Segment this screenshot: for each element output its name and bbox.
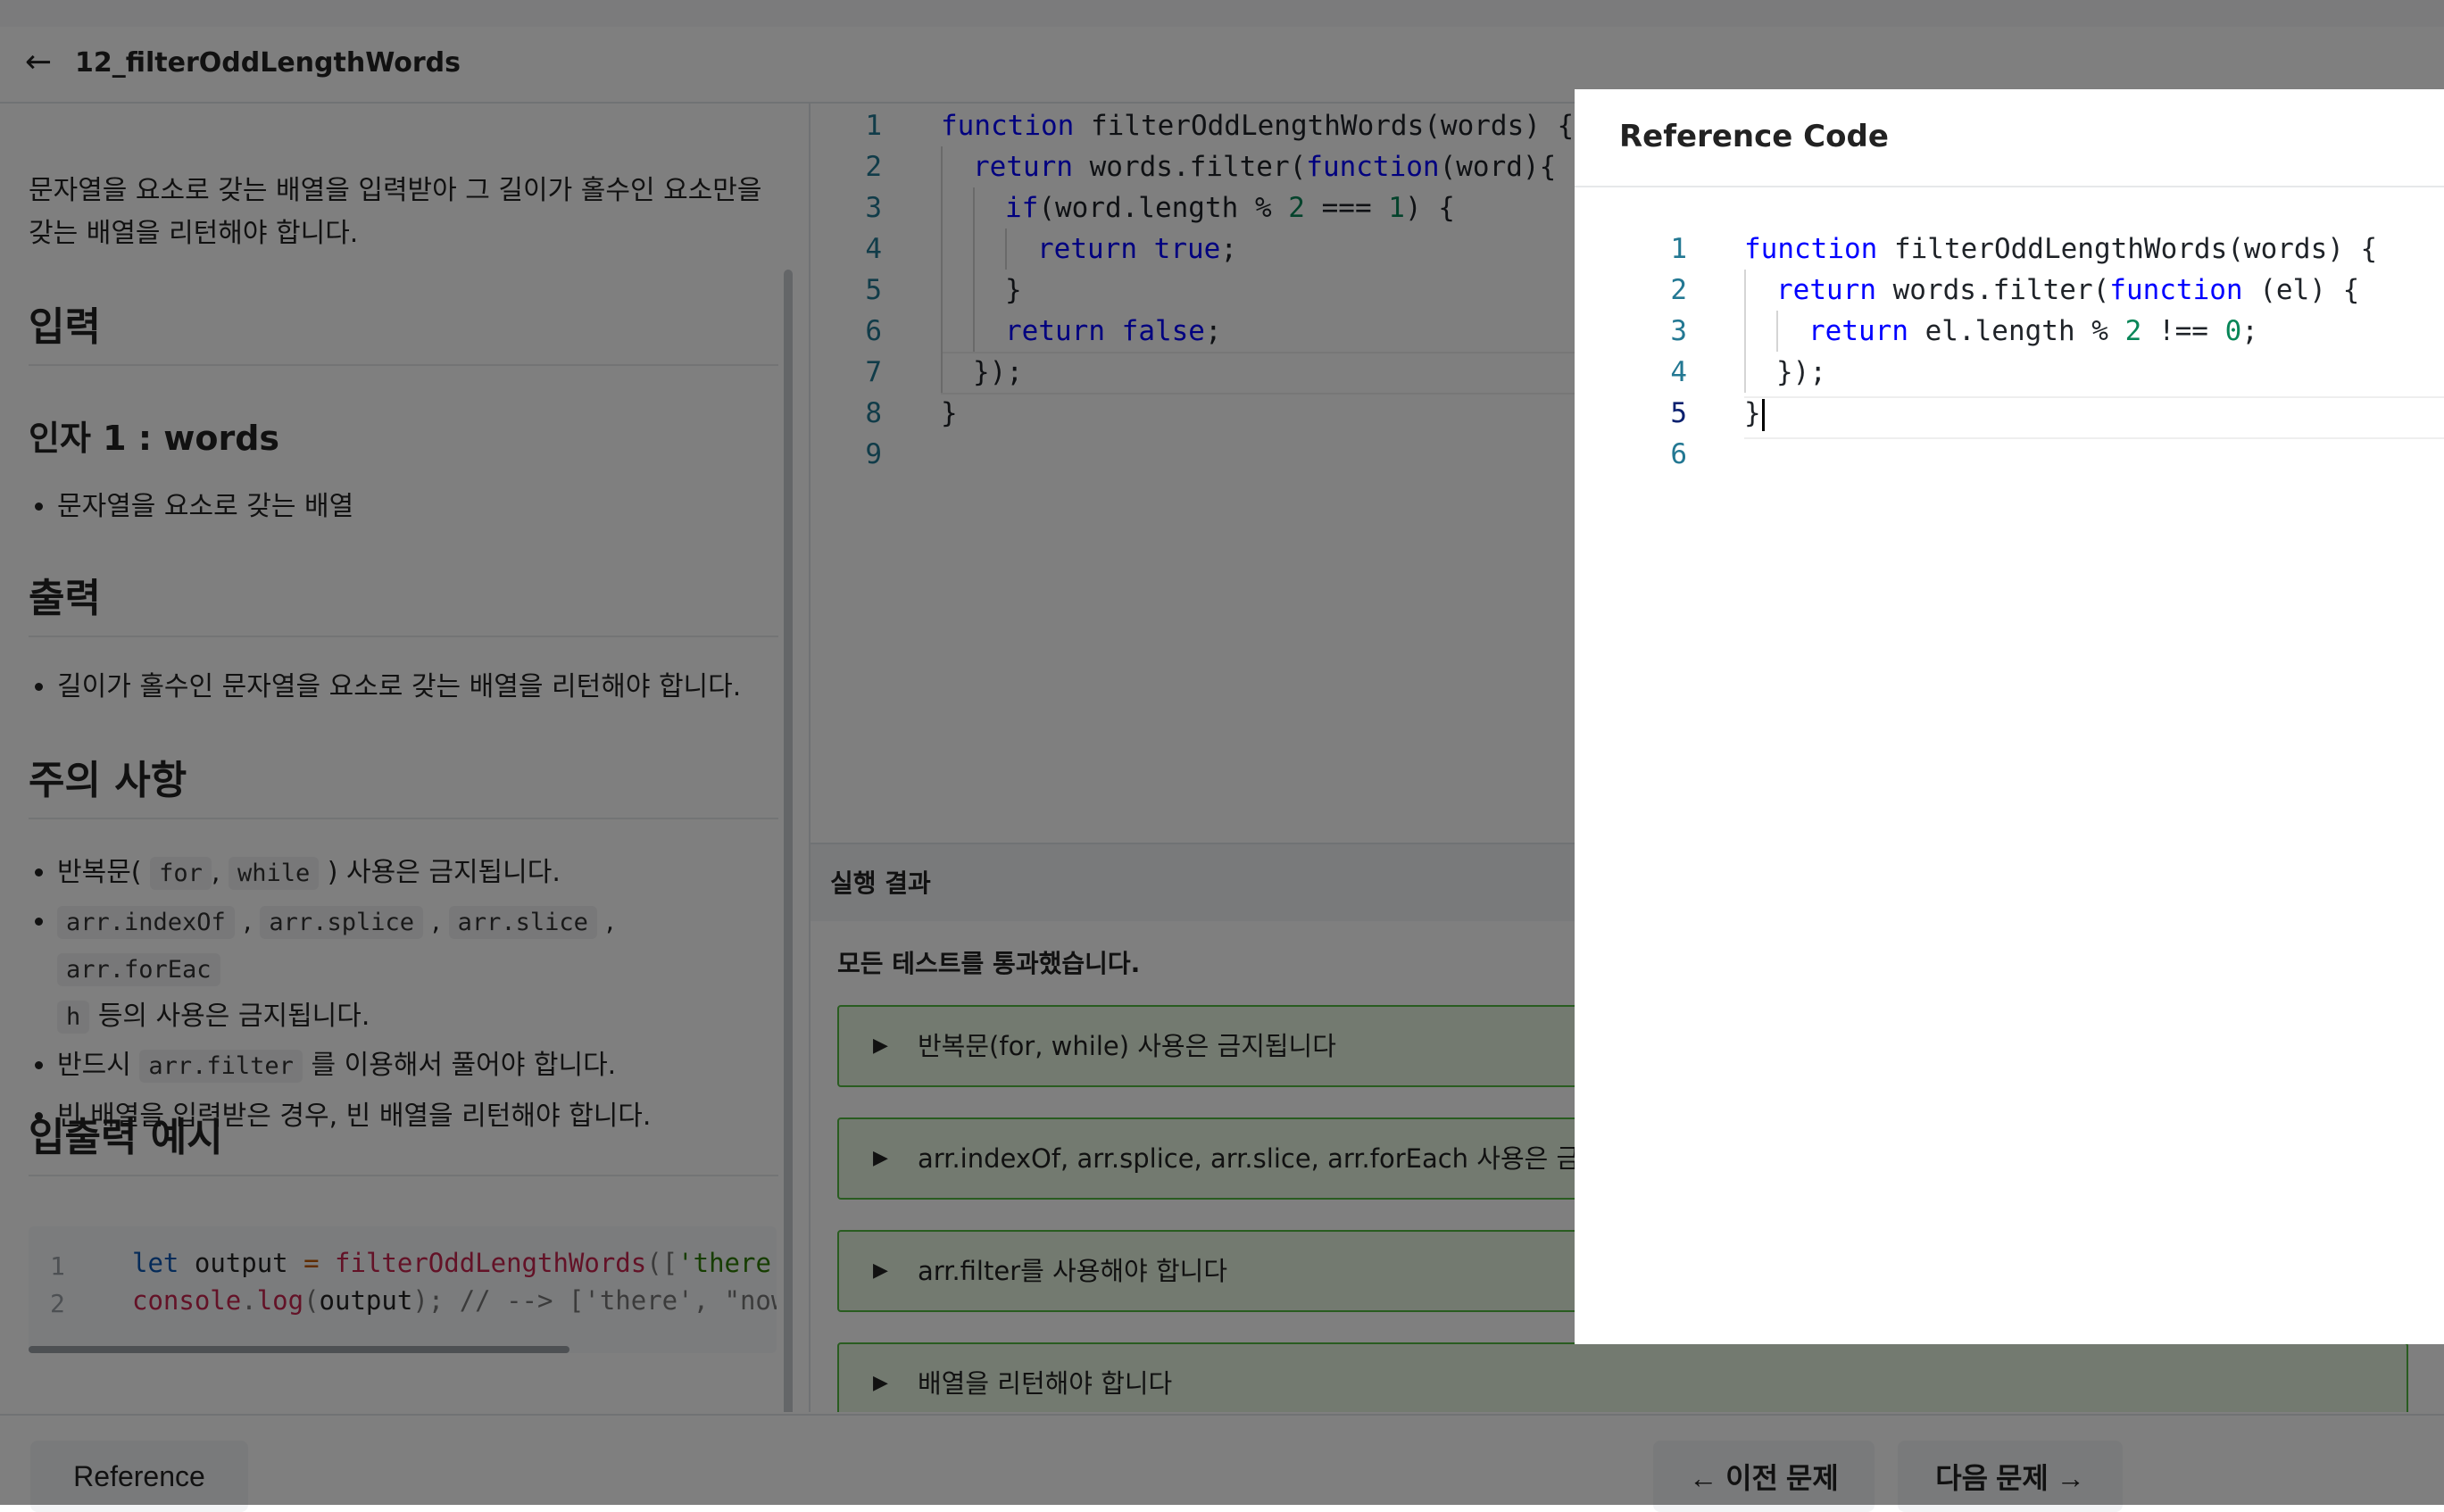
reference-line-1: function filterOddLengthWords(words) { bbox=[1744, 233, 2378, 265]
modal-title: Reference Code bbox=[1619, 119, 1889, 154]
line-number: 5 bbox=[1670, 397, 1687, 429]
reference-code-modal: Reference Code 1 2 3 4 5 6 function filt… bbox=[1575, 89, 2444, 1344]
reference-line-2: return words.filter(function (el) { bbox=[1776, 274, 2360, 306]
reference-line-5: } bbox=[1744, 393, 1765, 434]
modal-divider bbox=[1575, 186, 2444, 187]
indent-guide bbox=[1744, 270, 1746, 393]
reference-line-3: return el.length % 2 !== 0; bbox=[1808, 315, 2258, 347]
current-line-highlight bbox=[1744, 396, 2444, 439]
reference-line-4: }); bbox=[1776, 356, 1826, 388]
line-number: 2 bbox=[1670, 274, 1687, 306]
text-cursor bbox=[1761, 398, 1765, 431]
line-number: 4 bbox=[1670, 356, 1687, 388]
line-number: 1 bbox=[1670, 233, 1687, 265]
indent-guide bbox=[1776, 311, 1778, 352]
line-number: 6 bbox=[1670, 438, 1687, 470]
line-number: 3 bbox=[1670, 315, 1687, 347]
